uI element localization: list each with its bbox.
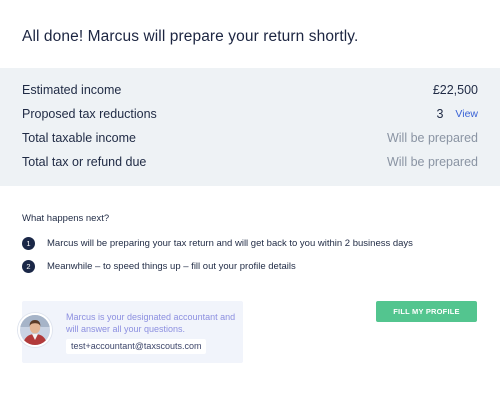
next-step-item: 1 Marcus will be preparing your tax retu… — [22, 237, 413, 250]
accountant-email[interactable]: test+accountant@taxscouts.com — [66, 339, 207, 354]
summary-label: Proposed tax reductions — [22, 107, 157, 121]
summary-value: 3 — [436, 107, 444, 121]
summary-value: Will be prepared — [386, 155, 478, 169]
accountant-description: Marcus is your designated accountant and… — [66, 312, 236, 334]
page-title: All done! Marcus will prepare your retur… — [22, 28, 359, 45]
summary-row-estimated-income: Estimated income £22,500 — [22, 81, 478, 99]
view-reductions-link[interactable]: View — [455, 108, 478, 120]
fill-profile-button[interactable]: FILL MY PROFILE — [376, 301, 477, 322]
summary-label: Total taxable income — [22, 131, 136, 145]
step-text: Marcus will be preparing your tax return… — [47, 238, 413, 249]
next-step-item: 2 Meanwhile – to speed things up – fill … — [22, 260, 296, 273]
summary-row-tax-due: Total tax or refund due Will be prepared — [22, 153, 478, 171]
summary-value-group: 3 View — [436, 107, 478, 121]
summary-row-taxable-income: Total taxable income Will be prepared — [22, 129, 478, 147]
step-number-badge: 1 — [22, 237, 35, 250]
step-number-badge: 2 — [22, 260, 35, 273]
next-steps-title: What happens next? — [22, 213, 110, 224]
summary-row-tax-reductions: Proposed tax reductions 3 View — [22, 105, 478, 123]
summary-value: Will be prepared — [386, 131, 478, 145]
accountant-avatar — [18, 313, 52, 347]
person-avatar-icon — [20, 315, 50, 345]
step-text: Meanwhile – to speed things up – fill ou… — [47, 261, 296, 272]
summary-value: £22,500 — [432, 83, 478, 97]
summary-label: Estimated income — [22, 83, 122, 97]
summary-label: Total tax or refund due — [22, 155, 147, 169]
